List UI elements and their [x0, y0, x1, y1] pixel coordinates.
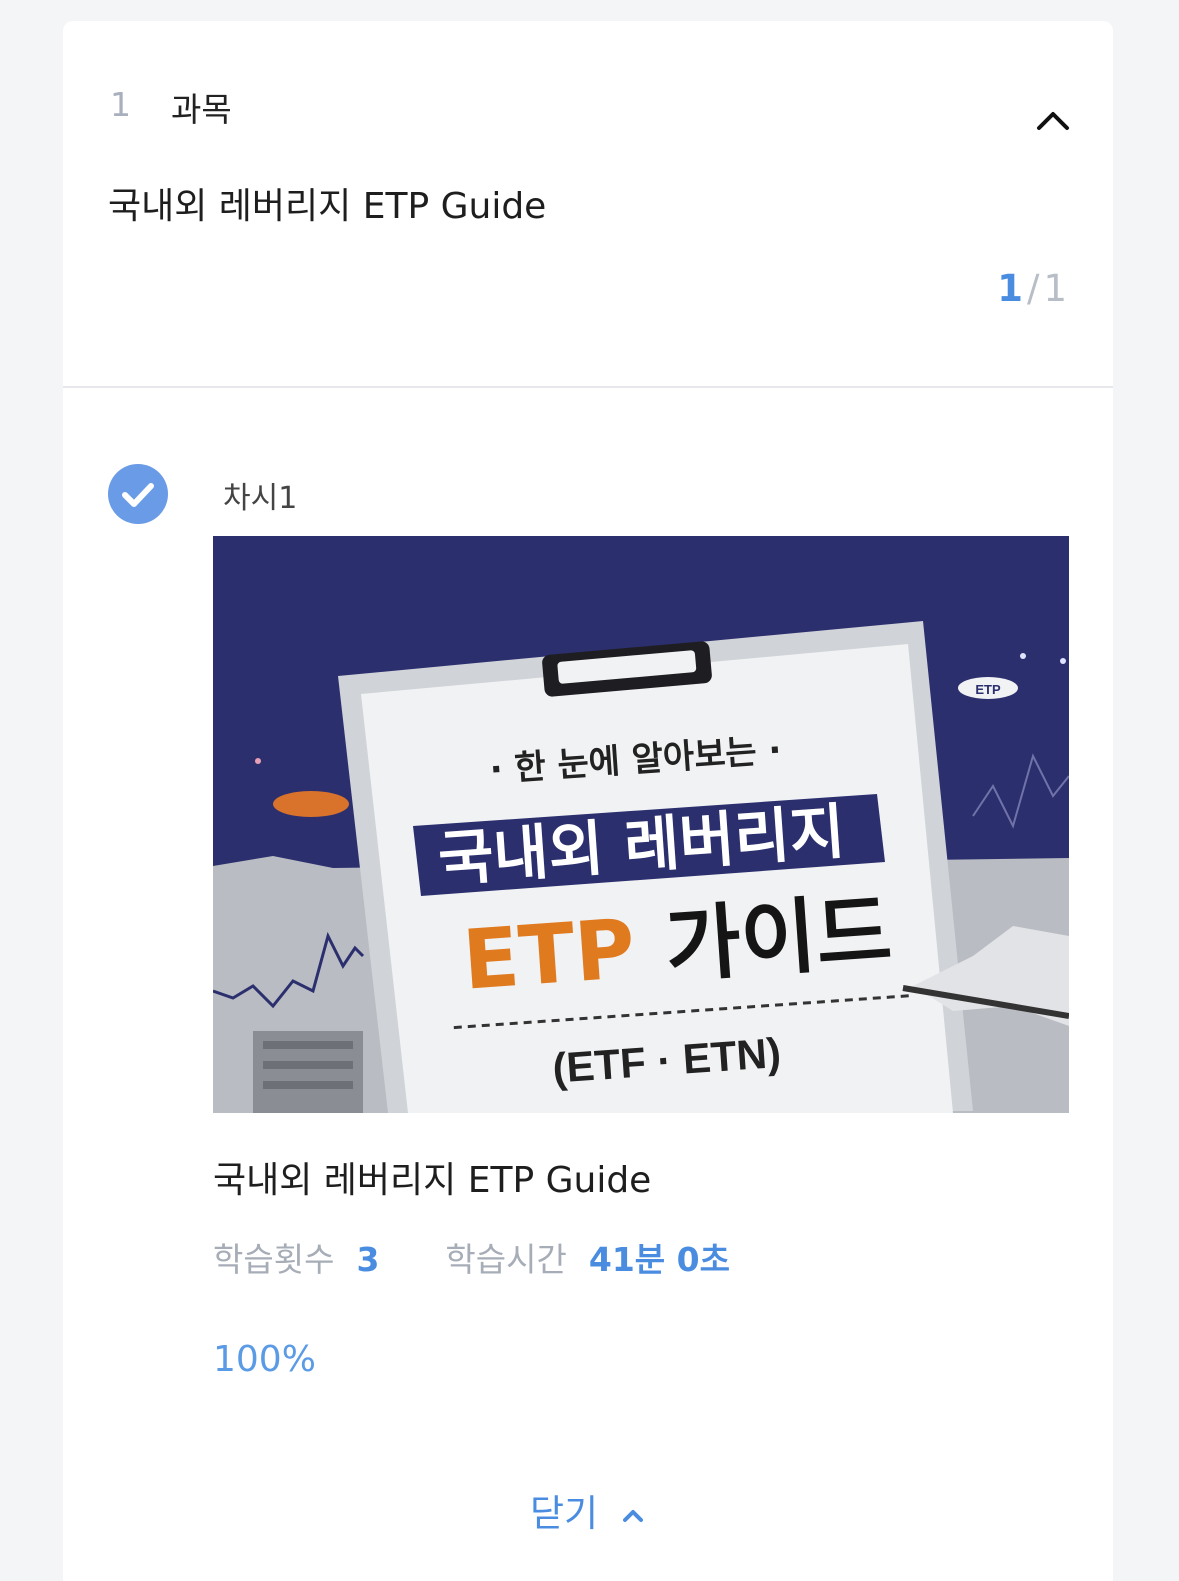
lesson-thumbnail[interactable]: ETP · 한 눈에 알아보는 · 국내외 레버리지 ETP 가이드 (ETF … [213, 536, 1069, 1113]
chevron-up-icon[interactable] [1033, 101, 1073, 141]
thumb-badge: ETP [975, 682, 1001, 697]
study-stats: 학습횟수 3 학습시간 41분 0초 [213, 1233, 730, 1281]
course-header[interactable]: 1 과목 국내외 레버리지 ETP Guide 1/1 [63, 21, 1113, 388]
progress-percent: 100% [213, 1339, 316, 1380]
page-current: 1 [997, 267, 1023, 310]
check-circle-icon [108, 464, 168, 524]
lesson-title: 국내외 레버리지 ETP Guide [213, 1160, 652, 1201]
chevron-up-icon [623, 1509, 644, 1522]
page-indicator: 1/1 [997, 267, 1067, 310]
thumb-title-guide: 가이드 [662, 884, 894, 995]
study-count-value: 3 [356, 1240, 380, 1279]
course-title: 국내외 레버리지 ETP Guide [108, 186, 547, 227]
course-category: 과목 [171, 90, 232, 129]
study-count-label: 학습횟수 [213, 1240, 335, 1279]
session-label: 차시1 [223, 481, 298, 516]
study-time-value: 41분 0초 [588, 1240, 730, 1279]
close-label: 닫기 [529, 1492, 599, 1535]
close-button[interactable]: 닫기 [63, 1483, 1113, 1537]
page-separator: / [1026, 267, 1040, 310]
course-number: 1 [110, 85, 131, 124]
thumb-title-etp: ETP [460, 902, 638, 1009]
study-time-label: 학습시간 [445, 1240, 567, 1279]
page-total: 1 [1043, 267, 1067, 310]
course-card: 1 과목 국내외 레버리지 ETP Guide 1/1 차시1 ETP · 한 … [63, 21, 1113, 1581]
